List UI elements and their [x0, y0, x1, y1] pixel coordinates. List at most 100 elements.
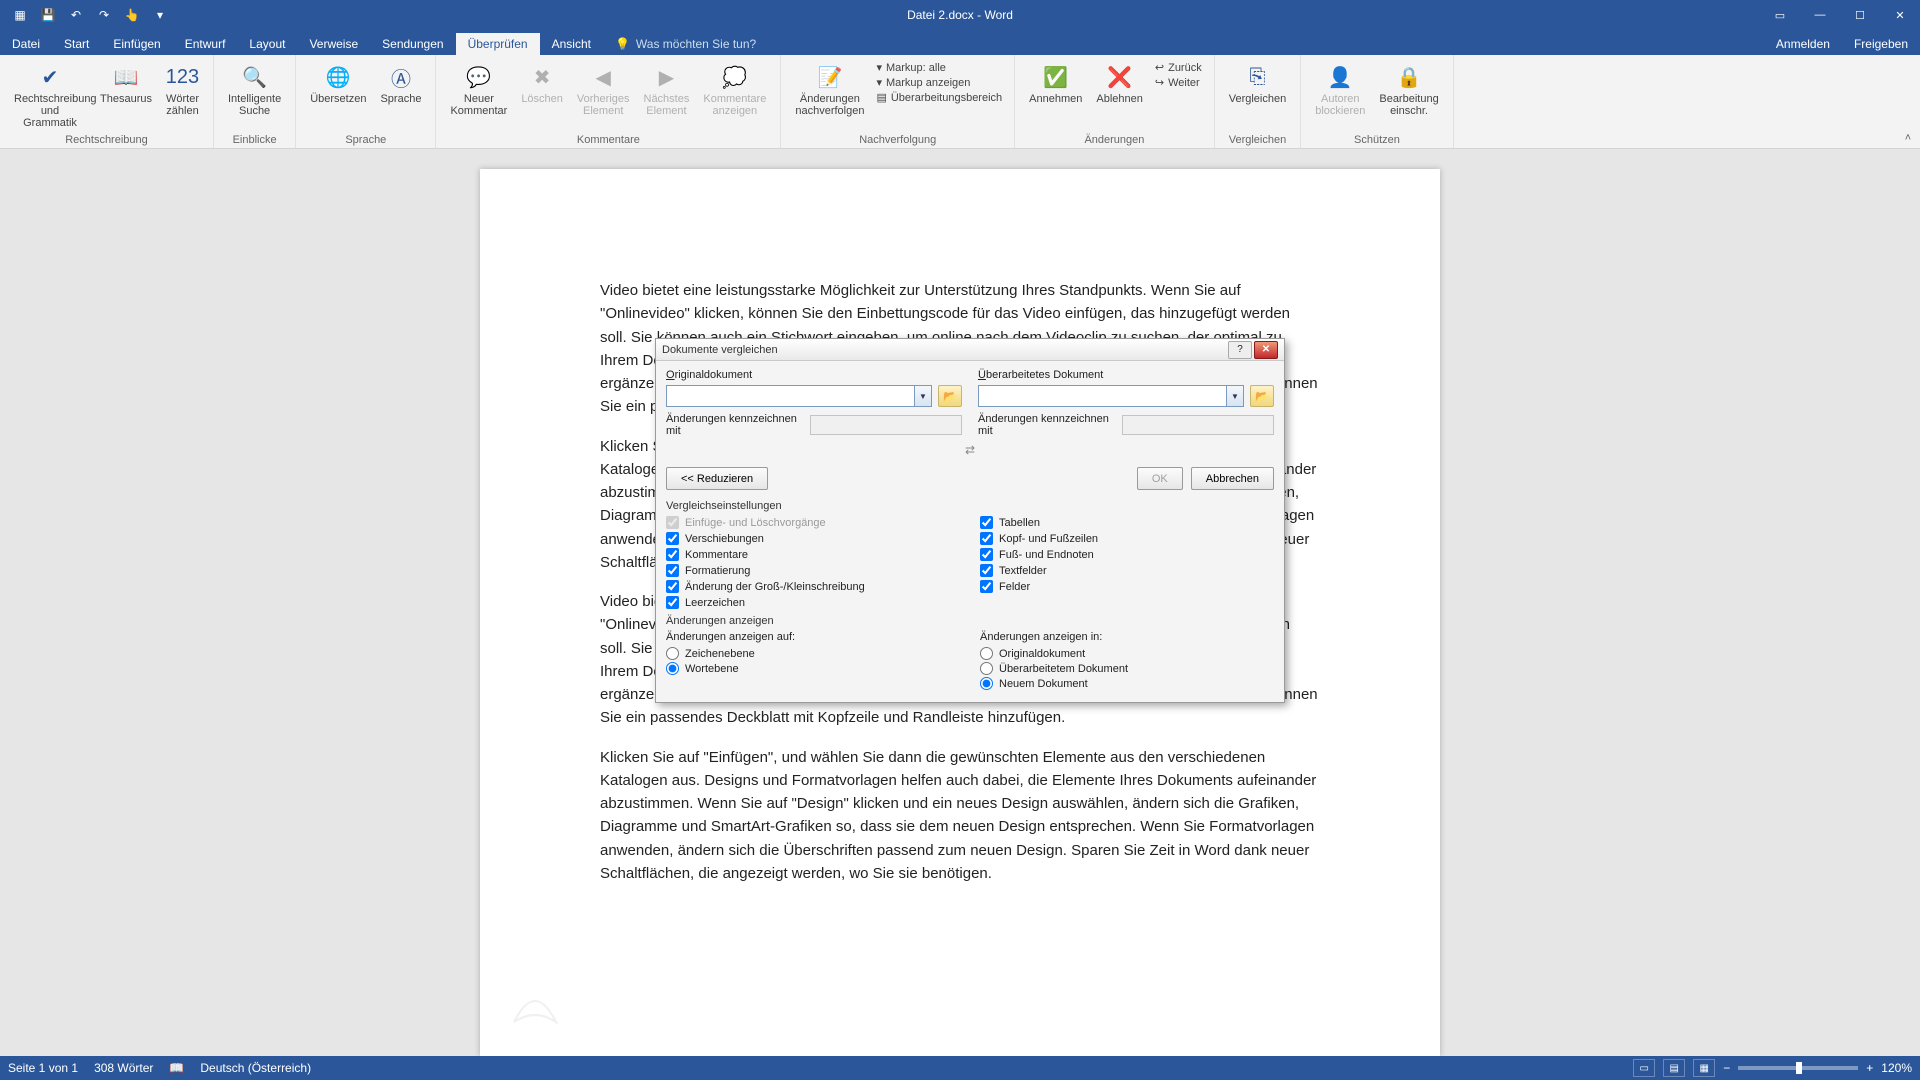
radio-char-level[interactable]: Zeichenebene [666, 647, 960, 660]
zoom-level[interactable]: 120% [1881, 1061, 1912, 1075]
zoom-slider[interactable] [1738, 1066, 1858, 1070]
tab-references[interactable]: Verweise [297, 33, 370, 55]
word-count-indicator[interactable]: 308 Wörter [94, 1061, 153, 1075]
qat-customize-button[interactable]: ▾ [148, 3, 172, 27]
dialog-titlebar[interactable]: Dokumente vergleichen ? ✕ [656, 339, 1284, 361]
revised-browse-button[interactable]: 📂 [1250, 385, 1274, 407]
read-mode-button[interactable]: ▭ [1633, 1059, 1655, 1077]
block-authors-button[interactable]: 👤Autorenblockieren [1309, 59, 1371, 119]
revised-document-input[interactable] [978, 385, 1226, 407]
swap-documents-button[interactable]: ⇄ [666, 441, 1274, 459]
group-compare: ⎘Vergleichen Vergleichen [1215, 55, 1302, 148]
restrict-editing-button[interactable]: 🔒Bearbeitungeinschr. [1373, 59, 1444, 119]
undo-button[interactable]: ↶ [64, 3, 88, 27]
original-browse-button[interactable]: 📂 [938, 385, 962, 407]
block-icon: 👤 [1324, 61, 1356, 93]
accept-button[interactable]: ✅Annehmen [1023, 59, 1088, 107]
translate-button[interactable]: 🌐Übersetzen [304, 59, 372, 107]
delete-comment-button[interactable]: ✖Löschen [515, 59, 569, 107]
chk-fields[interactable]: Felder [980, 580, 1274, 593]
group-label: Änderungen [1023, 132, 1206, 146]
tab-design[interactable]: Entwurf [173, 33, 238, 55]
dialog-close-button[interactable]: ✕ [1254, 341, 1278, 359]
print-layout-button[interactable]: ▤ [1663, 1059, 1685, 1077]
prev-comment-button[interactable]: ◀VorherigesElement [571, 59, 636, 119]
cancel-button[interactable]: Abbrechen [1191, 467, 1274, 490]
chk-moves[interactable]: Verschiebungen [666, 532, 960, 545]
pane-icon: ▤ [876, 91, 886, 104]
show-comments-button[interactable]: 💭Kommentareanzeigen [697, 59, 772, 119]
revised-document-combo[interactable]: ▼ [978, 385, 1244, 407]
reject-button[interactable]: ❌Ablehnen [1090, 59, 1149, 107]
chk-footnotes[interactable]: Fuß- und Endnoten [980, 548, 1274, 561]
status-bar: Seite 1 von 1 308 Wörter 📖 Deutsch (Öste… [0, 1056, 1920, 1080]
ribbon-display-options[interactable]: ▭ [1760, 0, 1800, 30]
new-comment-button[interactable]: 💬NeuerKommentar [444, 59, 513, 119]
chk-textboxes[interactable]: Textfelder [980, 564, 1274, 577]
signin-link[interactable]: Anmelden [1764, 33, 1842, 55]
ok-button[interactable]: OK [1137, 467, 1183, 490]
display-for-review-dropdown[interactable]: ▾Markup: alle [876, 61, 1002, 74]
collapse-ribbon-button[interactable]: ˄ [1896, 55, 1920, 148]
next-change-button[interactable]: ↪Weiter [1155, 76, 1202, 89]
page-indicator[interactable]: Seite 1 von 1 [8, 1061, 78, 1075]
tell-me-search[interactable]: 💡Was möchten Sie tun? [603, 33, 768, 55]
compare-documents-dialog: Dokumente vergleichen ? ✕ Originaldokume… [655, 338, 1285, 703]
paragraph[interactable]: Klicken Sie auf "Einfügen", und wählen S… [600, 746, 1320, 886]
wordcount-button[interactable]: 123Wörterzählen [160, 59, 205, 119]
tab-mailings[interactable]: Sendungen [370, 33, 455, 55]
spellcheck-button[interactable]: ✔Rechtschreibungund Grammatik [8, 59, 92, 131]
original-document-input[interactable] [666, 385, 914, 407]
tab-view[interactable]: Ansicht [540, 33, 603, 55]
chk-case[interactable]: Änderung der Groß-/Kleinschreibung [666, 580, 960, 593]
radio-word-level[interactable]: Wortebene [666, 662, 960, 675]
web-layout-button[interactable]: ▦ [1693, 1059, 1715, 1077]
smartlookup-button[interactable]: 🔍IntelligenteSuche [222, 59, 287, 119]
chk-headers-footers[interactable]: Kopf- und Fußzeilen [980, 532, 1274, 545]
chevron-down-icon[interactable]: ▼ [914, 385, 932, 407]
tab-file[interactable]: Datei [0, 33, 52, 55]
tab-start[interactable]: Start [52, 33, 101, 55]
save-button[interactable]: 💾 [36, 3, 60, 27]
radio-in-revised[interactable]: Überarbeitetem Dokument [980, 662, 1274, 675]
chevron-down-icon[interactable]: ▼ [1226, 385, 1244, 407]
original-mark-label: Änderungen kennzeichnen mit [666, 413, 804, 437]
track-changes-button[interactable]: 📝Änderungennachverfolgen [789, 59, 870, 119]
chk-tables[interactable]: Tabellen [980, 516, 1274, 529]
comment-icon: 💬 [463, 61, 495, 93]
reduce-button[interactable]: << Reduzieren [666, 467, 768, 490]
tab-insert[interactable]: Einfügen [101, 33, 172, 55]
share-button[interactable]: Freigeben [1842, 33, 1920, 55]
close-window-button[interactable]: ✕ [1880, 0, 1920, 30]
radio-in-new[interactable]: Neuem Dokument [980, 677, 1274, 690]
prev-change-button[interactable]: ↩Zurück [1155, 61, 1202, 74]
chk-comments[interactable]: Kommentare [666, 548, 960, 561]
original-document-combo[interactable]: ▼ [666, 385, 932, 407]
group-comments: 💬NeuerKommentar ✖Löschen ◀VorherigesElem… [436, 55, 781, 148]
zoom-in-button[interactable]: + [1866, 1061, 1873, 1075]
maximize-button[interactable]: ☐ [1840, 0, 1880, 30]
thesaurus-button[interactable]: 📖Thesaurus [94, 59, 158, 107]
group-protect: 👤Autorenblockieren 🔒Bearbeitungeinschr. … [1301, 55, 1453, 148]
redo-button[interactable]: ↷ [92, 3, 116, 27]
group-language: 🌐Übersetzen ⒶSprache Sprache [296, 55, 436, 148]
proofing-icon[interactable]: 📖 [169, 1061, 184, 1075]
original-mark-input [810, 415, 962, 435]
chk-insertions-deletions: Einfüge- und Löschvorgänge [666, 516, 960, 529]
dialog-help-button[interactable]: ? [1228, 341, 1252, 359]
language-button[interactable]: ⒶSprache [374, 59, 427, 107]
touch-mode-button[interactable]: 👆 [120, 3, 144, 27]
tab-review[interactable]: Überprüfen [456, 33, 540, 55]
tab-layout[interactable]: Layout [237, 33, 297, 55]
zoom-out-button[interactable]: − [1723, 1061, 1730, 1075]
reviewing-pane-dropdown[interactable]: ▤Überarbeitungsbereich [876, 91, 1002, 104]
compare-button[interactable]: ⎘Vergleichen [1223, 59, 1293, 107]
next-comment-button[interactable]: ▶NächstesElement [638, 59, 696, 119]
zoom-thumb[interactable] [1796, 1062, 1802, 1074]
minimize-button[interactable]: ― [1800, 0, 1840, 30]
chk-whitespace[interactable]: Leerzeichen [666, 596, 960, 609]
radio-in-original[interactable]: Originaldokument [980, 647, 1274, 660]
show-markup-dropdown[interactable]: ▾Markup anzeigen [876, 76, 1002, 89]
chk-formatting[interactable]: Formatierung [666, 564, 960, 577]
language-indicator[interactable]: Deutsch (Österreich) [200, 1061, 311, 1075]
